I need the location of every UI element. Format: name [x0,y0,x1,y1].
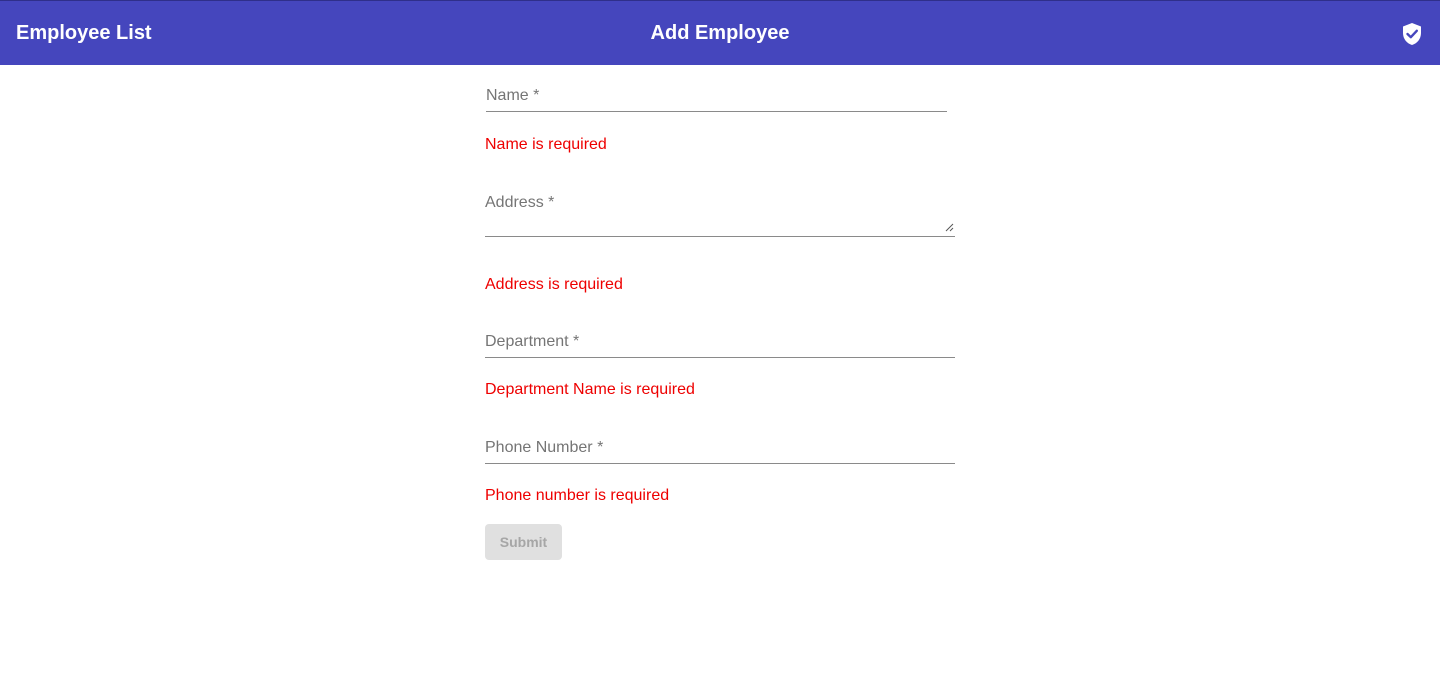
phone-number-error: Phone number is required [485,487,670,504]
page-title: Add Employee [650,22,790,44]
department-error: Department Name is required [485,381,695,398]
app-bar: Employee List Add Employee [0,0,1440,65]
phone-number-input[interactable] [485,439,955,464]
employee-list-link[interactable]: Employee List [16,21,152,45]
name-input[interactable] [486,87,947,112]
submit-button[interactable]: Submit [485,524,562,560]
name-error: Name is required [485,136,607,153]
department-input[interactable] [485,333,955,358]
shield-check-icon[interactable] [1401,22,1423,46]
address-error: Address is required [485,276,623,293]
address-textarea[interactable] [485,193,955,237]
resize-grip-icon[interactable] [945,223,954,232]
